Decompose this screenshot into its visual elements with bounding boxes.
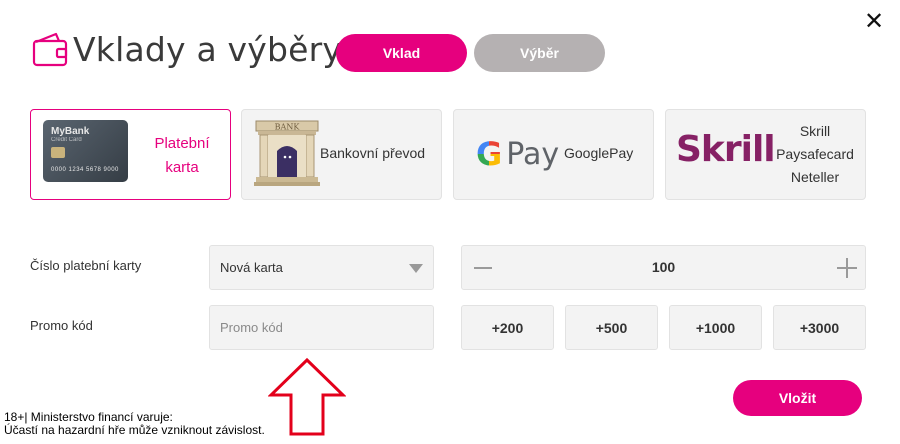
gambling-disclaimer: 18+| Ministerstvo financí varuje: Účastí… bbox=[4, 411, 265, 437]
method-bank-transfer[interactable]: BANK Bankovní převod bbox=[241, 109, 442, 200]
method-bank-transfer-label: Bankovní převod bbox=[320, 145, 426, 161]
card-brand-subtitle: Credit Card bbox=[51, 137, 82, 143]
card-chip bbox=[51, 147, 65, 158]
promo-code-label: Promo kód bbox=[30, 318, 93, 333]
method-card-label-line2: karta bbox=[165, 159, 199, 176]
method-ewallets[interactable]: Skrill Skrill Paysafecard Neteller bbox=[665, 109, 866, 200]
card-select-value: Nová karta bbox=[220, 260, 283, 275]
method-googlepay-label: GooglePay bbox=[564, 145, 634, 161]
quick-amount-3000-button[interactable]: +3000 bbox=[773, 305, 866, 350]
skrill-logo: Skrill bbox=[676, 129, 776, 170]
disclaimer-line2: Účastí na hazardní hře může vzniknout zá… bbox=[4, 423, 265, 437]
method-card-label: Platební karta bbox=[143, 132, 221, 180]
method-ewallets-label: Skrill Paysafecard Neteller bbox=[771, 120, 859, 189]
amount-stepper: 100 bbox=[461, 245, 866, 290]
caret-down-icon bbox=[409, 264, 423, 273]
amount-value[interactable]: 100 bbox=[462, 259, 865, 275]
promo-code-input[interactable] bbox=[209, 305, 434, 350]
google-pay-wordmark: Pay bbox=[506, 136, 560, 172]
method-card-label-line1: Platební bbox=[154, 135, 210, 152]
bank-building-icon: BANK bbox=[254, 120, 320, 186]
method-ewallets-line-skrill: Skrill bbox=[799, 123, 831, 139]
bank-sign-text: BANK bbox=[275, 123, 301, 132]
page-title: Vklady a výběry bbox=[73, 30, 343, 69]
arrow-up-icon bbox=[268, 357, 346, 436]
method-ewallets-line-paysafecard: Paysafecard bbox=[776, 146, 854, 162]
method-googlepay[interactable]: G Pay GooglePay bbox=[453, 109, 654, 200]
card-brand-name: MyBank bbox=[51, 126, 90, 137]
card-select[interactable]: Nová karta bbox=[209, 245, 434, 290]
close-icon[interactable]: ✕ bbox=[862, 10, 886, 34]
tab-vklad[interactable]: Vklad bbox=[336, 34, 467, 72]
method-ewallets-line-neteller: Neteller bbox=[790, 169, 840, 185]
card-number: 0000 1234 5678 9000 bbox=[51, 167, 119, 173]
deposit-submit-button[interactable]: Vložit bbox=[733, 380, 862, 416]
quick-amount-500-button[interactable]: +500 bbox=[565, 305, 658, 350]
card-number-label: Číslo platební karty bbox=[30, 258, 142, 273]
method-card[interactable]: MyBank Credit Card 0000 1234 5678 9000 P… bbox=[30, 109, 231, 200]
quick-amount-200-button[interactable]: +200 bbox=[461, 305, 554, 350]
quick-amount-1000-button[interactable]: +1000 bbox=[669, 305, 762, 350]
google-pay-logo: G Pay bbox=[476, 135, 559, 173]
plus-icon[interactable] bbox=[837, 258, 857, 278]
tab-vyber[interactable]: Výběr bbox=[474, 34, 605, 72]
google-g-icon: G bbox=[476, 135, 503, 173]
credit-card-icon: MyBank Credit Card 0000 1234 5678 9000 bbox=[43, 120, 128, 182]
wallet-icon bbox=[32, 32, 68, 67]
